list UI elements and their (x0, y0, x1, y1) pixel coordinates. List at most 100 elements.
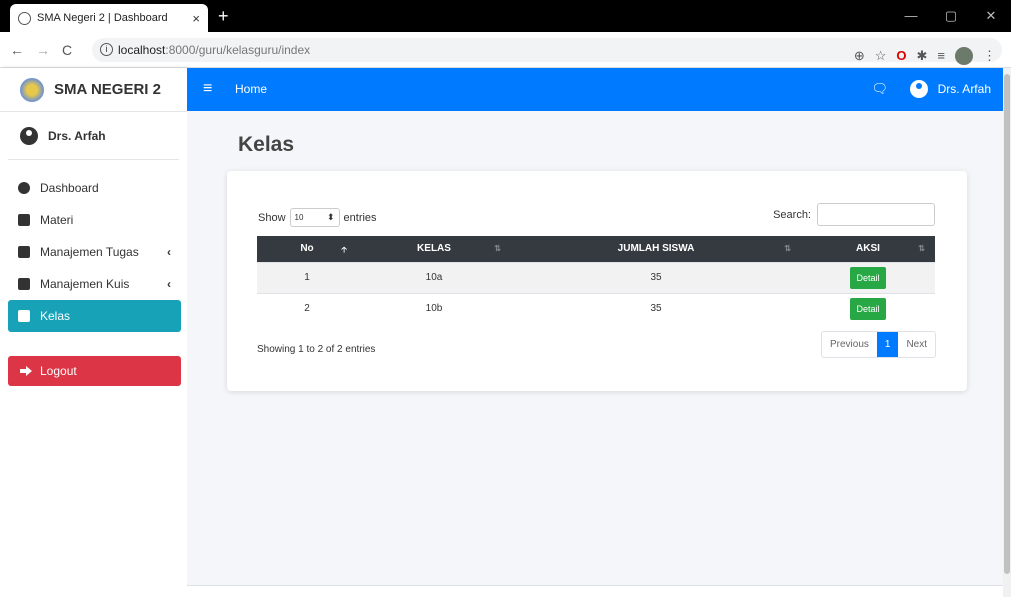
pagination: Previous 1 Next (820, 331, 936, 358)
user-circle-icon (909, 80, 928, 98)
profile-avatar[interactable] (955, 47, 973, 65)
address-bar-row: ← → C i localhost:8000/guru/kelasguru/in… (0, 32, 1011, 68)
url-path: :8000/guru/kelasguru/index (165, 43, 311, 57)
sidebar-menu: Dashboard Materi Manajemen Tugas ‹ Manaje… (0, 172, 187, 332)
url-field[interactable]: i localhost:8000/guru/kelasguru/index ⊕ … (92, 38, 1002, 65)
sort-icon: ⇅ (918, 244, 925, 253)
star-icon[interactable]: ☆ (875, 44, 887, 68)
minimize-button[interactable]: — (891, 0, 931, 32)
logout-label: Logout (40, 364, 77, 378)
detail-button[interactable]: Detail (850, 266, 886, 289)
window-controls: — ▢ ✕ (891, 0, 1011, 32)
tab-close-icon[interactable]: × (192, 11, 200, 26)
book-icon (18, 310, 30, 322)
navbar-user-name: Drs. Arfah (937, 82, 991, 96)
user-circle-icon (20, 126, 38, 145)
page-1-button[interactable]: 1 (876, 332, 899, 357)
sidebar-item-manajemen-tugas[interactable]: Manajemen Tugas ‹ (8, 236, 181, 268)
chevron-left-icon: ‹ (167, 245, 171, 259)
entries-length: Show 10 entries (258, 208, 377, 227)
hamburger-icon[interactable]: ≡ (203, 81, 212, 97)
main-content: Kelas Show 10 entries Search: No🡡 KELAS⇅… (187, 111, 1003, 597)
table-row: 2 10b 35 Detail (257, 292, 935, 324)
detail-button[interactable]: Detail (850, 297, 886, 320)
maximize-button[interactable]: ▢ (931, 0, 971, 32)
search-input[interactable] (817, 203, 935, 226)
sidebar-user-name: Drs. Arfah (48, 128, 106, 143)
back-icon[interactable]: ← (10, 32, 24, 68)
sidebar-item-materi[interactable]: Materi (8, 204, 181, 236)
cell-aksi: Detail (801, 261, 935, 293)
kelas-table: No 🡡 KELAS ⇅ JUMLAH SISWA ⇅ AKSI ⇅ 1 10a 35 … (257, 236, 935, 324)
cell-jumlah: 35 (511, 292, 801, 324)
page-scrollbar[interactable] (1003, 68, 1011, 597)
page-title: Kelas (238, 133, 295, 156)
sidebar: SMA NEGERI 2 Drs. Arfah Dashboard Materi… (0, 68, 187, 597)
entries-label: entries (343, 211, 377, 224)
brand[interactable]: SMA NEGERI 2 (0, 68, 187, 112)
column-header-kelas[interactable]: KELAS ⇅ (357, 236, 511, 262)
table-row: 1 10a 35 Detail (257, 261, 935, 293)
book-icon (18, 214, 30, 226)
top-navbar: ≡ Home 🗨 Drs. Arfah (187, 68, 1003, 111)
footer (187, 585, 1003, 597)
cell-no: 2 (257, 292, 357, 324)
cell-no: 1 (257, 261, 357, 293)
table-search: Search: (773, 203, 935, 226)
previous-button[interactable]: Previous (822, 332, 877, 357)
chevron-left-icon: ‹ (167, 277, 171, 291)
sort-icon: ⇅ (784, 244, 791, 253)
cell-aksi: Detail (801, 292, 935, 324)
search-label: Search: (773, 208, 811, 221)
more-icon[interactable]: ⋮ (983, 44, 996, 68)
sidebar-item-label: Dashboard (40, 181, 99, 195)
globe-icon (18, 11, 31, 25)
brand-name: SMA NEGERI 2 (54, 81, 161, 98)
table-card: Show 10 entries Search: No🡡 KELAS⇅ JUMLA… (227, 171, 967, 391)
sidebar-item-label: Manajemen Tugas (40, 245, 139, 259)
column-header-jumlah-siswa[interactable]: JUMLAH SISWA ⇅ (511, 236, 801, 262)
close-window-button[interactable]: ✕ (971, 0, 1011, 32)
cell-kelas: 10b (357, 292, 511, 324)
column-header-no[interactable]: No 🡡 (257, 236, 357, 262)
home-link[interactable]: Home (235, 82, 267, 96)
sidebar-item-manajemen-kuis[interactable]: Manajemen Kuis ‹ (8, 268, 181, 300)
logout-button[interactable]: Logout (8, 356, 181, 386)
puzzle-icon[interactable]: ✱ (917, 44, 928, 68)
table-info: Showing 1 to 2 of 2 entries (257, 344, 376, 355)
cell-jumlah: 35 (511, 261, 801, 293)
sidebar-item-label: Materi (40, 213, 74, 227)
info-icon[interactable]: i (100, 43, 113, 56)
sort-icon: ⇅ (494, 244, 501, 253)
book-icon (18, 278, 30, 290)
zoom-icon[interactable]: ⊕ (854, 44, 865, 68)
reload-icon[interactable]: C (62, 32, 72, 68)
sidebar-user[interactable]: Drs. Arfah (8, 112, 179, 160)
sort-asc-icon: 🡡 (341, 245, 347, 254)
column-header-aksi[interactable]: AKSI ⇅ (801, 236, 935, 262)
url-host: localhost (118, 43, 166, 57)
dashboard-icon (18, 182, 30, 194)
browser-tab-strip: SMA Negeri 2 | Dashboard × + — ▢ ✕ (0, 0, 1011, 32)
entries-select[interactable]: 10 (289, 208, 340, 227)
book-icon (18, 246, 30, 258)
sign-out-icon (20, 366, 32, 376)
sidebar-item-label: Kelas (40, 309, 71, 323)
new-tab-button[interactable]: + (218, 7, 229, 25)
sidebar-item-dashboard[interactable]: Dashboard (8, 172, 181, 204)
cell-kelas: 10a (357, 261, 511, 293)
browser-tab[interactable]: SMA Negeri 2 | Dashboard × (10, 4, 208, 32)
scrollbar-thumb[interactable] (1004, 74, 1010, 574)
sidebar-item-kelas[interactable]: Kelas (8, 300, 181, 332)
sidebar-item-label: Manajemen Kuis (40, 277, 130, 291)
playlist-icon[interactable]: ≡ (937, 44, 945, 68)
tab-title: SMA Negeri 2 | Dashboard (37, 12, 168, 24)
opera-icon[interactable]: O (896, 44, 906, 68)
school-logo (20, 77, 44, 102)
forward-icon[interactable]: → (36, 32, 50, 68)
next-button[interactable]: Next (898, 332, 935, 357)
comments-icon[interactable]: 🗨 (871, 81, 888, 97)
navbar-user[interactable]: Drs. Arfah (909, 80, 991, 98)
extension-icons: ⊕ ☆ O ✱ ≡ ⋮ (854, 44, 996, 68)
show-label: Show (258, 211, 286, 224)
